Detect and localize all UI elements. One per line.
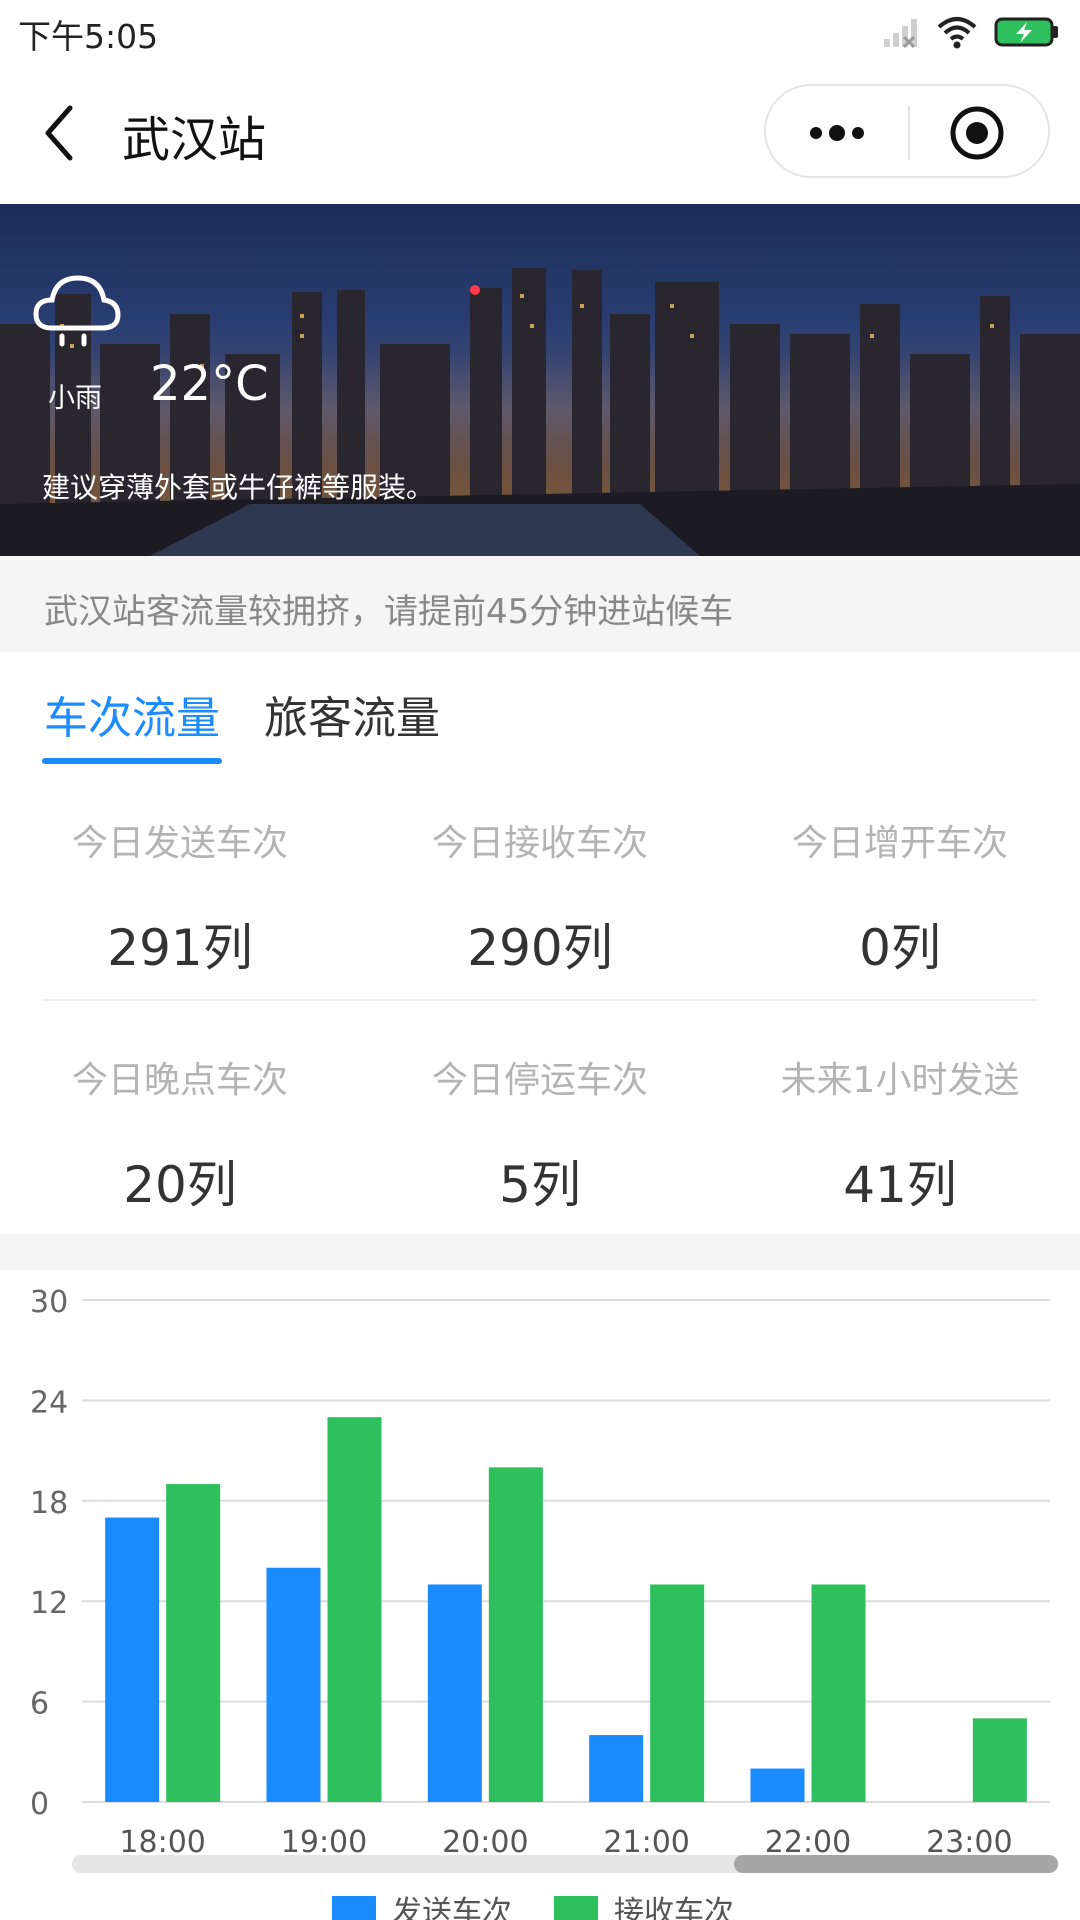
crowd-notice-text: 武汉站客流量较拥挤，请提前45分钟进站候车 <box>44 592 734 632</box>
status-time: 下午5:05 <box>18 17 159 56</box>
stat-value: 41列 <box>843 1156 957 1214</box>
x-tick-label: 20:00 <box>442 1825 528 1860</box>
bar-received <box>811 1584 866 1802</box>
bar-sent <box>589 1735 644 1802</box>
bar-received <box>488 1467 543 1802</box>
stat-value: 291列 <box>107 919 253 977</box>
y-tick-label: 6 <box>30 1687 49 1722</box>
x-tick-label: 23:00 <box>926 1825 1012 1860</box>
tab-passenger-flow[interactable]: 旅客流量 <box>264 682 440 746</box>
tab-train-flow[interactable]: 车次流量 <box>44 682 220 746</box>
weather-condition: 小雨 <box>48 383 102 414</box>
nav-bar: 武汉站 <box>0 62 1080 204</box>
stats-grid: 今日发送车次 291列 今日接收车次 290列 今日增开车次 0列 今日晚点车次… <box>0 764 1080 1234</box>
stat-label: 今日停运车次 <box>431 1060 648 1101</box>
y-tick-label: 12 <box>30 1586 68 1621</box>
signal-icon <box>884 19 917 49</box>
weather-banner: 小雨 22°C 建议穿薄外套或牛仔裤等服装。 <box>0 204 1080 556</box>
chart-scrollbar-thumb[interactable] <box>734 1855 1058 1873</box>
wifi-icon <box>937 17 977 49</box>
stat-next-hour: 未来1小时发送 41列 <box>720 1051 1080 1217</box>
train-flow-chart: 0 6 12 18 24 30 18:00 19:00 20:00 21:00 22:00 23:00… <box>0 1270 1080 1920</box>
cloud-rain-icon <box>33 275 121 347</box>
y-tick-label: 30 <box>30 1285 68 1320</box>
x-tick-label: 22:00 <box>765 1825 851 1860</box>
bar-received <box>650 1584 705 1802</box>
weather-temperature: 22°C <box>150 356 269 412</box>
stat-sent: 今日发送车次 291列 <box>0 814 360 980</box>
bar-received <box>166 1484 221 1802</box>
more-dots-icon[interactable] <box>806 106 868 160</box>
back-button[interactable] <box>36 98 84 168</box>
legend-swatch <box>332 1896 376 1920</box>
tab-bar: 车次流量 旅客流量 <box>0 652 1080 764</box>
stat-label: 未来1小时发送 <box>780 1060 1020 1101</box>
bar-sent <box>750 1768 805 1802</box>
bar-chart: 0 6 12 18 24 30 18:00 19:00 20:00 21:00 22:00 23:00… <box>30 1285 1058 1920</box>
page-title: 武汉站 <box>122 112 267 168</box>
legend-label: 发送车次 <box>392 1895 512 1920</box>
y-tick-label: 24 <box>30 1385 68 1420</box>
status-icons <box>880 12 1060 52</box>
chevron-left-icon <box>45 105 73 161</box>
bar-received <box>972 1718 1027 1802</box>
stat-label: 今日晚点车次 <box>71 1060 288 1101</box>
legend-swatch <box>554 1896 598 1920</box>
x-tick-label: 19:00 <box>281 1825 367 1860</box>
legend-label: 接收车次 <box>614 1895 734 1920</box>
menu-capsule <box>764 84 1050 178</box>
bar-sent <box>266 1567 321 1802</box>
stat-suspended: 今日停运车次 5列 <box>360 1051 720 1217</box>
target-icon[interactable] <box>948 104 1006 162</box>
battery-charging-icon <box>994 17 1058 47</box>
stat-value: 5列 <box>499 1156 581 1214</box>
stat-added: 今日增开车次 0列 <box>720 814 1080 980</box>
bar-sent <box>105 1517 160 1802</box>
stat-label: 今日接收车次 <box>431 823 648 864</box>
stat-label: 今日增开车次 <box>791 823 1008 864</box>
stats-divider <box>42 999 1038 1001</box>
section-gap <box>0 1234 1080 1270</box>
bar-received <box>327 1417 382 1802</box>
stat-value: 20列 <box>123 1156 237 1214</box>
stat-value: 0列 <box>859 919 941 977</box>
clothing-tip: 建议穿薄外套或牛仔裤等服装。 <box>42 471 435 504</box>
status-bar: 下午5:05 <box>0 0 1080 62</box>
x-tick-label: 18:00 <box>119 1825 205 1860</box>
crowd-notice: 武汉站客流量较拥挤，请提前45分钟进站候车 <box>0 556 1080 652</box>
capsule-divider <box>908 106 910 160</box>
y-tick-label: 0 <box>30 1787 49 1822</box>
stat-value: 290列 <box>467 919 613 977</box>
y-tick-label: 18 <box>30 1486 68 1521</box>
stat-delayed: 今日晚点车次 20列 <box>0 1051 360 1217</box>
stat-label: 今日发送车次 <box>71 823 288 864</box>
x-tick-label: 21:00 <box>603 1825 689 1860</box>
stat-received: 今日接收车次 290列 <box>360 814 720 980</box>
bar-sent <box>427 1584 482 1802</box>
